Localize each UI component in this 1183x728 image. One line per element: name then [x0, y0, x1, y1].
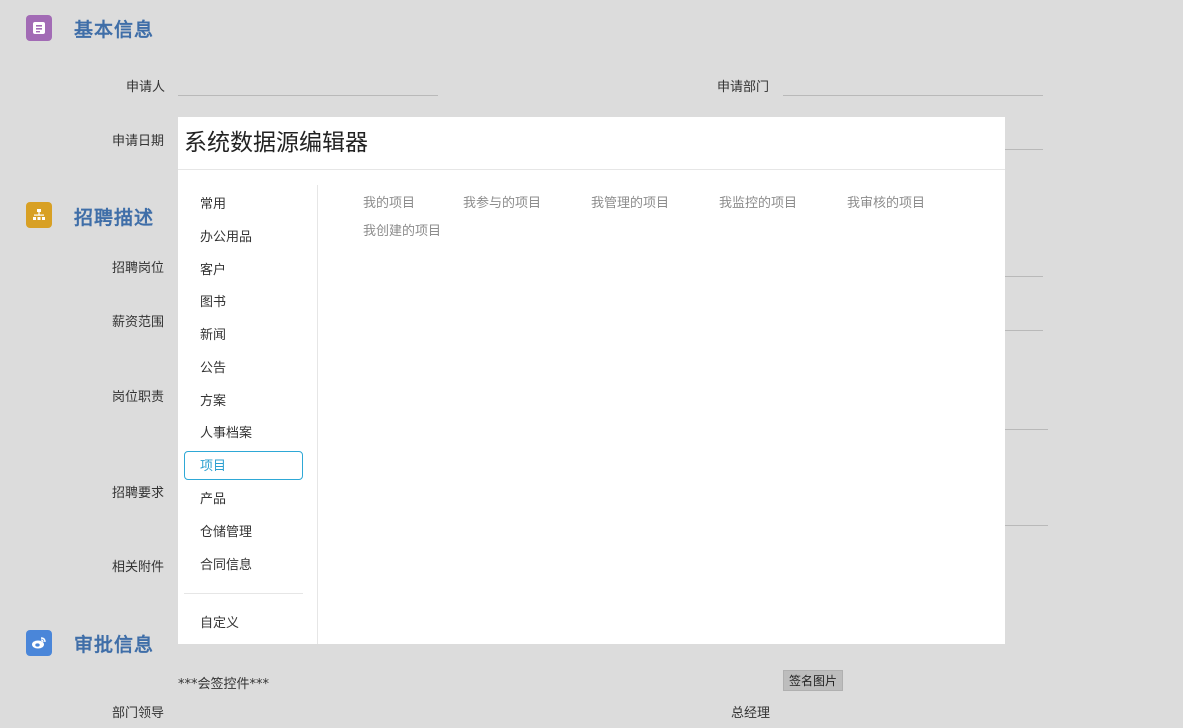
section-title-recruit: 招聘描述	[74, 207, 155, 229]
date-label: 申请日期	[112, 134, 165, 149]
signature-image-button[interactable]: 签名图片	[783, 670, 844, 691]
duty-label: 岗位职责	[112, 390, 165, 405]
nav-item-project[interactable]: 项目	[184, 451, 303, 480]
nav-item-warehouse[interactable]: 仓储管理	[184, 517, 303, 546]
attachment-label: 相关附件	[112, 560, 165, 575]
dept-leader-label: 部门领导	[112, 706, 165, 721]
applicant-field[interactable]	[178, 95, 438, 96]
requirement-field-right[interactable]	[1005, 525, 1048, 526]
page: 基本信息 申请人 申请部门 申请日期 招聘描述 招聘岗位 薪资范围 岗位职责 招…	[0, 0, 1183, 728]
nav-item-common[interactable]: 常用	[184, 189, 303, 218]
salary-label: 薪资范围	[112, 315, 165, 330]
nav-item-books[interactable]: 图书	[184, 287, 303, 316]
nav-item-news[interactable]: 新闻	[184, 320, 303, 349]
countersign-control: ***会签控件***	[178, 677, 270, 692]
nav-item-office-supplies[interactable]: 办公用品	[184, 222, 303, 251]
datasource-participated-projects[interactable]: 我参与的项目	[463, 192, 541, 211]
datasource-created-projects[interactable]: 我创建的项目	[363, 220, 441, 239]
datasource-my-projects[interactable]: 我的项目	[363, 192, 415, 211]
duty-field-right[interactable]	[1005, 429, 1048, 430]
datasource-monitored-projects[interactable]: 我监控的项目	[719, 192, 797, 211]
org-chart-icon	[26, 202, 52, 228]
nav-item-contract[interactable]: 合同信息	[184, 550, 303, 579]
dialog-header-divider	[178, 169, 1005, 170]
nav-item-notice[interactable]: 公告	[184, 353, 303, 382]
section-title-approval: 审批信息	[74, 634, 155, 656]
nav-divider	[184, 593, 303, 594]
nav-item-customer[interactable]: 客户	[184, 255, 303, 284]
dept-label: 申请部门	[717, 80, 770, 95]
section-title-basic: 基本信息	[74, 19, 155, 41]
salary-field-right[interactable]	[1005, 330, 1043, 331]
nav-item-product[interactable]: 产品	[184, 484, 303, 513]
gm-label: 总经理	[731, 706, 771, 721]
category-nav: 常用 办公用品 客户 图书 新闻 公告 方案 人事档案 项目 产品 仓储管理 合…	[178, 185, 318, 644]
nav-item-custom[interactable]: 自定义	[184, 608, 303, 637]
datasource-reviewed-projects[interactable]: 我审核的项目	[847, 192, 925, 211]
weibo-icon	[26, 630, 52, 656]
position-field-right[interactable]	[1005, 276, 1043, 277]
dialog-title: 系统数据源编辑器	[184, 130, 368, 156]
datasource-managed-projects[interactable]: 我管理的项目	[591, 192, 669, 211]
nav-item-hr-files[interactable]: 人事档案	[184, 418, 303, 447]
nav-item-plan[interactable]: 方案	[184, 386, 303, 415]
requirement-label: 招聘要求	[112, 486, 165, 501]
datasource-editor-dialog: 系统数据源编辑器 常用 办公用品 客户 图书 新闻 公告 方案 人事档案 项目 …	[178, 117, 1005, 644]
form-icon	[26, 15, 52, 41]
date-field-right[interactable]	[1005, 149, 1043, 150]
dept-field[interactable]	[783, 95, 1043, 96]
position-label: 招聘岗位	[112, 261, 165, 276]
applicant-label: 申请人	[126, 80, 166, 95]
